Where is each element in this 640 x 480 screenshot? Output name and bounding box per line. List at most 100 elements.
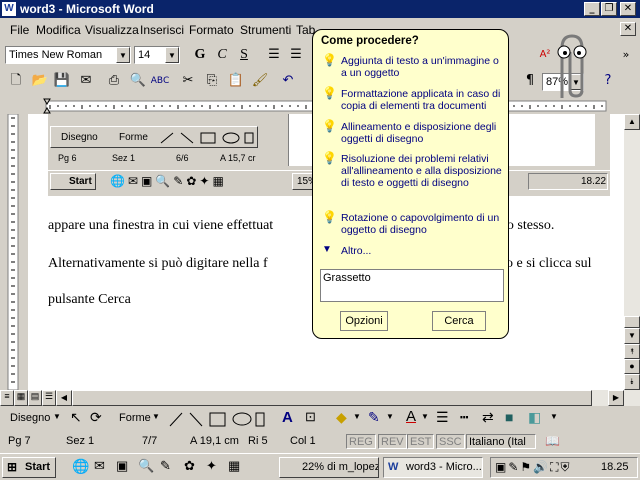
format-painter-icon[interactable]: 🖌 — [250, 71, 270, 91]
chevron-down-icon[interactable]: ▼ — [386, 412, 394, 421]
word-app-icon[interactable]: W — [2, 2, 16, 16]
font-color-icon[interactable]: A — [406, 408, 416, 425]
print-icon[interactable]: ⎙ — [104, 71, 124, 91]
autoshapes-menu[interactable]: Forme — [119, 412, 151, 424]
tray-icons[interactable]: ▣✎⚑🔊⛶⛨ — [495, 460, 572, 475]
spelling-status-icon[interactable]: 📖 — [545, 434, 560, 449]
help-icon[interactable]: ? — [598, 71, 618, 91]
assistant-topic-5[interactable]: Rotazione o capovolgimento di un oggetto… — [341, 212, 506, 236]
underline-button[interactable]: S — [234, 45, 254, 65]
spelling-icon[interactable]: ABC — [150, 71, 170, 91]
assistant-topic-3[interactable]: Allineamento e disposizione degli oggett… — [341, 121, 506, 145]
align-center-icon[interactable]: ☰ — [286, 45, 306, 65]
task-word3[interactable]: W word3 - Micro... — [383, 457, 483, 478]
clipart-icon[interactable]: ⊡ — [305, 409, 316, 425]
doc-close-button[interactable]: ✕ — [620, 22, 636, 36]
task-download[interactable]: 22% di m_lopez_... — [279, 457, 379, 478]
vertical-scrollbar[interactable]: ▲ ▼ ⯭ ● ⯯ — [624, 114, 640, 390]
chevron-down-icon[interactable]: ▼ — [550, 412, 558, 421]
draw-menu[interactable]: Disegno — [10, 412, 50, 424]
fill-color-icon[interactable]: ◆ — [336, 409, 347, 426]
free-rotate-icon[interactable]: ⟳ — [90, 409, 102, 426]
options-button[interactable]: Opzioni — [340, 311, 388, 331]
status-language[interactable]: Italiano (Ital — [466, 434, 536, 449]
save-icon[interactable]: 💾 — [52, 71, 72, 91]
start-button[interactable]: ⊞ Start — [2, 457, 56, 478]
menu-formato[interactable]: Formato — [189, 23, 234, 37]
status-reg[interactable]: REG — [346, 434, 376, 449]
menu-inserisci[interactable]: Inserisci — [140, 23, 184, 37]
3d-icon[interactable]: ◧ — [528, 409, 541, 426]
assistant-topic-4[interactable]: Risoluzione dei problemi relativi all'al… — [341, 153, 506, 189]
office-assistant-paperclip-icon[interactable] — [548, 30, 594, 102]
maximize-button[interactable]: ❐ — [601, 2, 617, 16]
paint-icon[interactable]: ✿ — [184, 458, 195, 474]
scroll-right-icon[interactable]: ▶ — [608, 390, 624, 406]
edit-icon[interactable]: ✎ — [160, 458, 171, 474]
menu-strumenti[interactable]: Strumenti — [240, 23, 291, 37]
menu-modifica[interactable]: Modifica — [36, 23, 81, 37]
minimize-button[interactable]: _ — [584, 2, 600, 16]
chevron-down-icon[interactable]: ▼ — [152, 412, 160, 421]
open-folder-icon[interactable]: 📂 — [30, 71, 50, 91]
expand-triangle-icon[interactable]: ▼ — [322, 244, 332, 255]
scroll-track[interactable] — [624, 130, 640, 328]
assistant-topic-2[interactable]: Formattazione applicata in caso di copia… — [341, 88, 506, 112]
toolbar-options-icon[interactable]: » — [616, 45, 636, 65]
status-ssc[interactable]: SSC — [436, 434, 465, 449]
paste-icon[interactable]: 📋 — [226, 71, 246, 91]
scroll-thumb[interactable] — [624, 316, 640, 328]
chevron-down-icon[interactable]: ▼ — [353, 412, 361, 421]
font-dropdown[interactable]: Times New Roman ▼ — [5, 46, 131, 64]
previous-page-icon[interactable]: ⯭ — [624, 344, 640, 359]
search-button[interactable]: Cerca — [432, 311, 486, 331]
cut-icon[interactable]: ✂ — [178, 71, 198, 91]
size-dropdown[interactable]: 14 ▼ — [134, 46, 180, 64]
shadow-icon[interactable]: ■ — [505, 409, 513, 425]
arrow-style-icon[interactable]: ⇄ — [482, 409, 494, 426]
scroll-up-icon[interactable]: ▲ — [624, 114, 640, 130]
menu-visualizza[interactable]: Visualizza — [85, 23, 139, 37]
normal-view-icon[interactable]: ≡ — [0, 390, 14, 406]
status-est[interactable]: EST — [407, 434, 435, 449]
scroll-left-icon[interactable]: ◀ — [56, 390, 72, 406]
show-formatting-icon[interactable]: ¶ — [520, 71, 540, 91]
scroll-thumb-horizontal[interactable] — [72, 390, 592, 406]
chevron-down-icon[interactable]: ▼ — [165, 47, 179, 63]
outline-view-icon[interactable]: ☰ — [42, 390, 56, 406]
line-color-icon[interactable]: ✎ — [368, 409, 380, 426]
new-document-icon[interactable]: 🗋 — [6, 71, 26, 91]
search-icon[interactable]: 🔍 — [138, 458, 154, 474]
email-icon[interactable]: ✉ — [76, 71, 96, 91]
outlook-icon[interactable]: ✉ — [94, 458, 105, 474]
close-button[interactable]: ✕ — [620, 2, 636, 16]
ie-icon[interactable]: 🌐 — [72, 458, 89, 475]
vertical-ruler[interactable] — [0, 114, 28, 390]
undo-icon[interactable]: ↶ — [278, 71, 298, 91]
browse-object-icon[interactable]: ● — [624, 359, 640, 374]
menu-file[interactable]: File — [10, 23, 29, 37]
wordart-icon[interactable]: A — [282, 409, 293, 426]
print-preview-icon[interactable]: 🔍 — [128, 71, 148, 91]
quicklaunch-icon[interactable]: ✦ — [206, 458, 217, 474]
chevron-down-icon[interactable]: ▼ — [421, 412, 429, 421]
dash-style-icon[interactable]: ┅ — [460, 409, 468, 426]
horizontal-scrollbar[interactable]: ≡ ▦ ▤ ☰ ◀ ▶ — [0, 390, 640, 406]
chevron-down-icon[interactable]: ▼ — [116, 47, 130, 63]
line-style-icon[interactable]: ☰ — [436, 409, 449, 426]
next-page-icon[interactable]: ⯯ — [624, 374, 640, 390]
italic-button[interactable]: C — [212, 45, 232, 65]
bold-button[interactable]: G — [190, 45, 210, 65]
assistant-topic-1[interactable]: Aggiunta di testo a un'immagine o a un o… — [341, 55, 506, 79]
chevron-down-icon[interactable]: ▼ — [53, 412, 61, 421]
web-view-icon[interactable]: ▦ — [14, 390, 28, 406]
align-left-icon[interactable]: ☰ — [264, 45, 284, 65]
folder-icon[interactable]: ▦ — [228, 458, 240, 474]
print-view-icon[interactable]: ▤ — [28, 390, 42, 406]
assistant-more-link[interactable]: Altro... — [341, 245, 506, 257]
select-pointer-icon[interactable]: ↖ — [70, 409, 82, 426]
assistant-query-input[interactable]: Grassetto — [320, 269, 504, 302]
copy-icon[interactable]: ⎘ — [202, 71, 222, 91]
scroll-down-icon[interactable]: ▼ — [624, 328, 640, 344]
status-rev[interactable]: REV — [378, 434, 407, 449]
